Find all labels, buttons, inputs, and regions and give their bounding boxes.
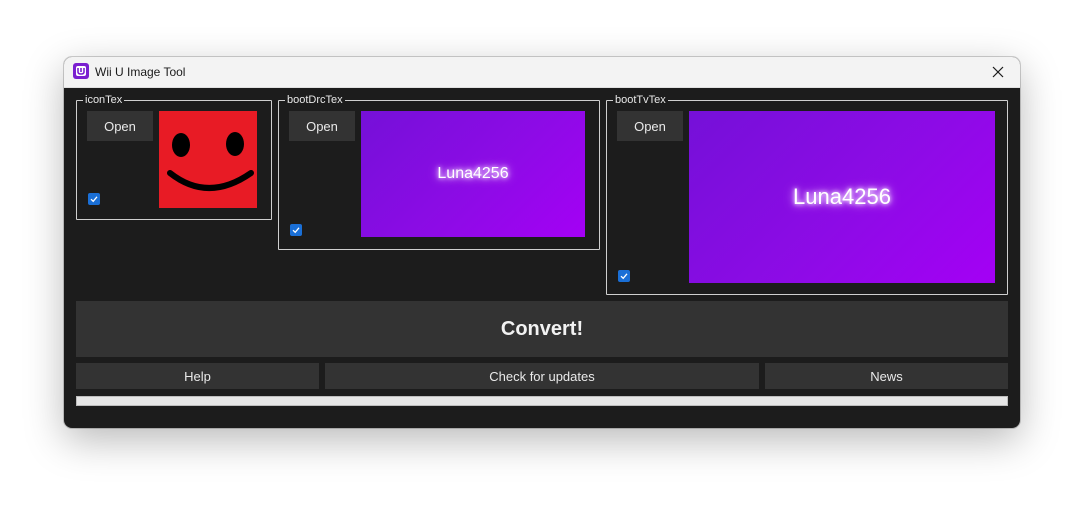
boottvtex-open-button[interactable]: Open [617,111,683,141]
smiley-face-image [167,132,254,191]
bootdrctex-checkbox[interactable] [290,224,302,236]
app-icon [73,63,89,79]
icontex-group: iconTex Open [76,94,272,220]
news-button[interactable]: News [765,363,1008,389]
boottvtex-preview: Luna4256 [689,111,995,283]
app-window: Wii U Image Tool iconTex Open bootDrcTex [64,57,1020,428]
boottvtex-legend: bootTvTex [613,94,668,106]
help-button[interactable]: Help [76,363,319,389]
close-icon [992,66,1004,78]
bootdrctex-legend: bootDrcTex [285,94,345,106]
checkmark-icon [90,196,98,203]
bootdrctex-open-button[interactable]: Open [289,111,355,141]
convert-button[interactable]: Convert! [76,301,1008,357]
window-title: Wii U Image Tool [95,65,186,79]
boottvtex-group: bootTvTex Open Luna4256 [606,94,1008,295]
checkmark-icon [620,273,628,280]
progress-bar [76,396,1008,406]
check-updates-button[interactable]: Check for updates [325,363,759,389]
icontex-open-button[interactable]: Open [87,111,153,141]
bootdrctex-preview-text: Luna4256 [437,165,509,182]
bootdrctex-group: bootDrcTex Open Luna4256 [278,94,600,250]
bootdrctex-preview: Luna4256 [361,111,585,237]
boottvtex-preview-text: Luna4256 [793,184,891,209]
icontex-legend: iconTex [83,94,125,106]
icontex-checkbox[interactable] [88,193,100,205]
icontex-preview [159,111,257,208]
checkmark-icon [292,227,300,234]
title-bar[interactable]: Wii U Image Tool [64,57,1020,88]
boottvtex-checkbox[interactable] [618,270,630,282]
close-button[interactable] [976,57,1020,87]
